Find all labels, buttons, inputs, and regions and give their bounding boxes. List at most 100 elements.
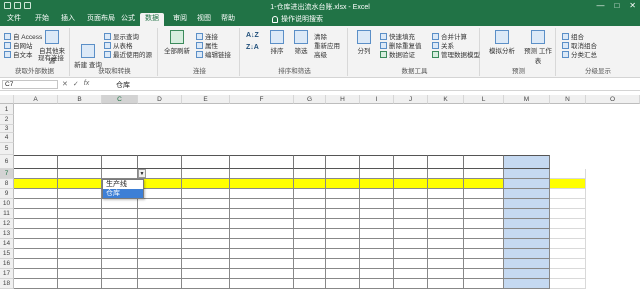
table-cell[interactable] [294,169,326,179]
table-cell[interactable] [230,169,294,179]
table-cell[interactable] [182,259,230,269]
table-cell[interactable] [504,179,550,189]
empty-cell[interactable] [550,279,586,289]
tab-formulas[interactable]: 公式 [116,13,140,26]
table-cell[interactable] [360,229,394,239]
location-cell[interactable] [102,269,138,279]
location-cell[interactable] [102,199,138,209]
tab-home[interactable]: 开始 [30,13,54,26]
select-all-corner[interactable] [0,95,14,104]
close-button[interactable]: ✕ [629,1,636,10]
table-cell[interactable] [138,239,182,249]
tab-help[interactable]: 帮助 [216,13,240,26]
table-cell[interactable] [360,269,394,279]
table-cell[interactable] [58,279,102,289]
validation-dropdown[interactable]: 生产线 仓库 [102,179,144,199]
table-cell[interactable] [428,219,464,229]
table-cell[interactable] [138,219,182,229]
table-cell[interactable] [230,259,294,269]
table-cell[interactable] [182,169,230,179]
table-cell[interactable] [14,189,58,199]
sort-button[interactable]: 排序 [266,30,288,55]
manage-data-model-button[interactable]: 管理数据模型 [432,49,480,59]
column-header-o[interactable]: O [586,95,640,104]
tell-me-search[interactable]: 操作说明搜索 [272,14,323,24]
table-cell[interactable] [230,199,294,209]
table-cell[interactable] [428,239,464,249]
table-cell[interactable] [504,169,550,179]
table-cell[interactable] [138,259,182,269]
data-validation-button[interactable]: 数据验证 [380,49,415,59]
empty-cell[interactable] [550,249,586,259]
table-cell[interactable] [428,169,464,179]
table-cell[interactable] [394,229,428,239]
table-cell[interactable] [294,249,326,259]
table-cell[interactable] [182,249,230,259]
table-cell[interactable] [428,179,464,189]
table-cell[interactable] [294,239,326,249]
table-cell[interactable] [428,249,464,259]
tab-data[interactable]: 数据 [140,13,164,26]
formula-input[interactable]: 仓库 [116,80,130,90]
table-cell[interactable] [428,269,464,279]
table-cell[interactable] [428,229,464,239]
empty-cell[interactable] [550,179,586,189]
table-cell[interactable] [394,179,428,189]
column-header-j[interactable]: J [394,95,428,104]
table-cell[interactable] [14,209,58,219]
table-cell[interactable] [230,179,294,189]
table-cell[interactable] [326,209,360,219]
dropdown-option[interactable]: 仓库 [103,189,143,198]
table-cell[interactable] [138,209,182,219]
table-cell[interactable] [326,269,360,279]
table-cell[interactable] [230,229,294,239]
table-cell[interactable] [182,279,230,289]
row-header-16[interactable]: 16 [0,259,14,269]
row-header-2[interactable]: 2 [0,115,14,125]
table-cell[interactable] [428,279,464,289]
table-cell[interactable] [326,169,360,179]
table-cell[interactable] [230,269,294,279]
empty-cell[interactable] [550,219,586,229]
table-cell[interactable] [294,179,326,189]
row-header-17[interactable]: 17 [0,269,14,279]
column-header-a[interactable]: A [14,95,58,104]
table-cell[interactable] [58,209,102,219]
column-header-b[interactable]: B [58,95,102,104]
table-cell[interactable] [58,179,102,189]
table-cell[interactable] [294,269,326,279]
dropdown-option[interactable]: 生产线 [103,180,143,189]
table-cell[interactable] [360,179,394,189]
filter-button[interactable]: 筛选 [290,30,312,55]
table-cell[interactable] [182,179,230,189]
table-cell[interactable] [14,239,58,249]
table-cell[interactable] [58,269,102,279]
table-cell[interactable] [464,269,504,279]
table-cell[interactable] [504,209,550,219]
row-header-8[interactable]: 8 [0,179,14,189]
table-cell[interactable] [230,189,294,199]
table-cell[interactable] [14,169,58,179]
advanced-filter-button[interactable]: 高级 [314,49,327,59]
empty-cell[interactable] [550,259,586,269]
what-if-analysis-button[interactable]: 模拟分析 [484,30,520,55]
row-header-9[interactable]: 9 [0,189,14,199]
tab-page-layout[interactable]: 页面布局 [82,13,120,26]
table-cell[interactable] [14,179,58,189]
table-cell[interactable] [360,249,394,259]
table-cell[interactable] [14,229,58,239]
table-cell[interactable] [504,229,550,239]
table-cell[interactable] [360,209,394,219]
row-header-12[interactable]: 12 [0,219,14,229]
sort-ascending-button[interactable]: A↓Z [246,32,259,39]
table-cell[interactable] [464,229,504,239]
table-cell[interactable] [182,189,230,199]
recent-sources-button[interactable]: 最近使用的源 [104,49,152,59]
table-cell[interactable] [230,219,294,229]
table-cell[interactable] [182,229,230,239]
empty-cell[interactable] [550,239,586,249]
table-cell[interactable] [326,259,360,269]
table-cell[interactable] [394,269,428,279]
row-header-15[interactable]: 15 [0,249,14,259]
row-header-10[interactable]: 10 [0,199,14,209]
